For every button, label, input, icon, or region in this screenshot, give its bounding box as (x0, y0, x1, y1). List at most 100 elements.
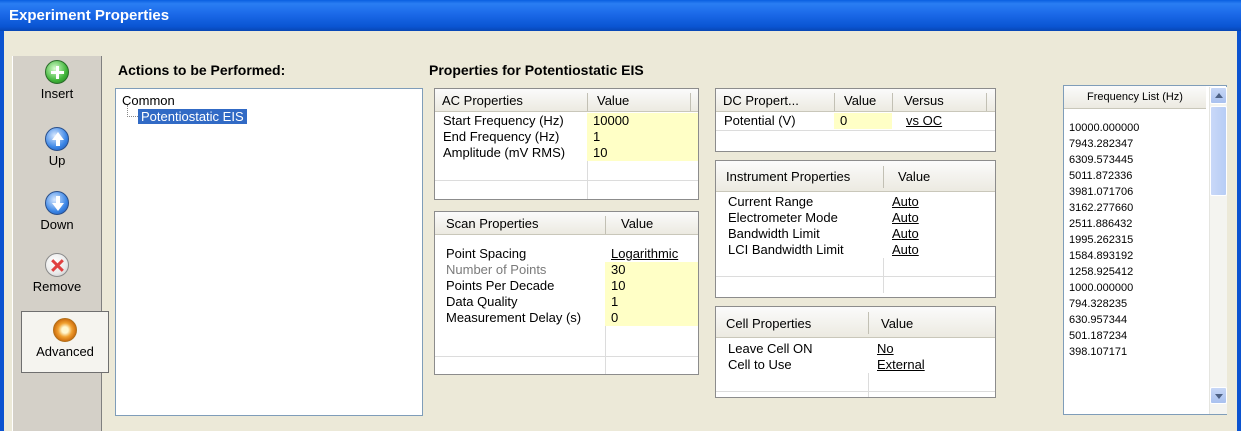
scan-grid-header: Scan Properties Value (435, 212, 698, 235)
ac-row-value[interactable]: 10000 (587, 113, 698, 129)
frequency-item[interactable]: 1000.000000 (1069, 282, 1133, 294)
insert-label: Insert (40, 86, 74, 101)
scan-row-name: Measurement Delay (s) (446, 310, 582, 325)
instrument-row-value[interactable]: Auto (892, 226, 919, 242)
ac-row-name: Start Frequency (Hz) (443, 113, 564, 128)
instrument-row[interactable]: Electrometer Mode Auto (716, 210, 995, 226)
cell-col-properties: Cell Properties (726, 316, 812, 331)
ac-row-value[interactable]: 10 (587, 145, 698, 161)
frequency-item[interactable]: 7943.282347 (1069, 138, 1133, 150)
cell-col-value: Value (881, 316, 914, 331)
instrument-row-name: Electrometer Mode (728, 210, 838, 225)
ac-row-name: Amplitude (mV RMS) (443, 145, 566, 160)
instrument-row-name: Bandwidth Limit (728, 226, 820, 241)
scan-row[interactable]: Number of Points 30 (435, 262, 698, 278)
actions-heading: Actions to be Performed: (118, 62, 286, 78)
arrow-up-icon (45, 127, 69, 151)
tree-connector (127, 105, 138, 117)
actions-tree: Common Potentiostatic EIS (115, 88, 423, 416)
chevron-down-icon (1215, 394, 1223, 399)
remove-button[interactable]: Remove (13, 253, 101, 294)
scan-row[interactable]: Point Spacing Logarithmic (435, 246, 698, 262)
frequency-item[interactable]: 1995.262315 (1069, 234, 1133, 246)
down-button[interactable]: Down (13, 191, 101, 232)
scan-row-value[interactable]: 0 (605, 310, 698, 326)
scroll-up-button[interactable] (1210, 87, 1227, 104)
ac-row-name: End Frequency (Hz) (443, 129, 560, 144)
scan-row[interactable]: Data Quality 1 (435, 294, 698, 310)
ac-row[interactable]: Amplitude (mV RMS) 10 (435, 145, 698, 161)
scan-col-value: Value (621, 216, 654, 231)
remove-label: Remove (32, 279, 82, 294)
scroll-down-button[interactable] (1210, 387, 1227, 404)
instrument-row[interactable]: Bandwidth Limit Auto (716, 226, 995, 242)
frequency-item[interactable]: 5011.872336 (1069, 170, 1132, 182)
ac-properties-grid: AC Properties Value Start Frequency (Hz)… (434, 88, 699, 200)
ac-row[interactable]: Start Frequency (Hz) 10000 (435, 113, 698, 129)
scroll-thumb[interactable] (1210, 106, 1227, 196)
dc-row-name: Potential (V) (724, 113, 796, 128)
ac-row[interactable]: End Frequency (Hz) 1 (435, 129, 698, 145)
scan-row-value[interactable]: 10 (605, 278, 698, 294)
chevron-up-icon (1215, 93, 1223, 98)
up-button[interactable]: Up (13, 127, 101, 168)
scan-row-name: Data Quality (446, 294, 518, 309)
scan-row-value[interactable]: 30 (605, 262, 698, 278)
cell-row[interactable]: Leave Cell ON No (716, 341, 995, 357)
scan-row-name: Point Spacing (446, 246, 527, 261)
dc-grid-header: DC Propert... Value Versus (716, 89, 995, 112)
frequency-item[interactable]: 6309.573445 (1069, 154, 1133, 166)
dc-row-versus[interactable]: vs OC (906, 113, 942, 129)
tree-item-common[interactable]: Common (122, 93, 422, 108)
down-label: Down (40, 217, 74, 232)
scan-row[interactable]: Points Per Decade 10 (435, 278, 698, 294)
frequency-item[interactable]: 3162.277660 (1069, 202, 1133, 214)
frequency-item[interactable]: 1584.893192 (1069, 250, 1133, 262)
cell-properties-grid: Cell Properties Value Leave Cell ON No C… (715, 306, 996, 398)
instrument-row-value[interactable]: Auto (892, 210, 919, 226)
cell-grid-header: Cell Properties Value (716, 307, 995, 338)
scan-col-properties: Scan Properties (446, 216, 539, 231)
advanced-button[interactable]: Advanced (21, 311, 109, 373)
dc-row[interactable]: Potential (V) 0 vs OC (716, 113, 995, 129)
frequency-item[interactable]: 10000.000000 (1069, 122, 1139, 134)
instrument-row-name: LCI Bandwidth Limit (728, 242, 844, 257)
frequency-item[interactable]: 398.107171 (1069, 346, 1127, 358)
instrument-grid-header: Instrument Properties Value (716, 161, 995, 192)
arrow-down-icon (45, 191, 69, 215)
ac-grid-header: AC Properties Value (435, 89, 698, 112)
up-label: Up (48, 153, 66, 168)
properties-heading: Properties for Potentiostatic EIS (429, 62, 644, 78)
ac-col-properties: AC Properties (442, 93, 523, 108)
cell-row-name: Leave Cell ON (728, 341, 813, 356)
frequency-item[interactable]: 2511.886432 (1069, 218, 1132, 230)
instrument-row[interactable]: LCI Bandwidth Limit Auto (716, 242, 995, 258)
remove-x-icon (45, 253, 69, 277)
dc-col-value: Value (844, 93, 877, 108)
frequency-item[interactable]: 3981.071706 (1069, 186, 1133, 198)
cell-row-value[interactable]: External (877, 357, 925, 373)
scan-row[interactable]: Measurement Delay (s) 0 (435, 310, 698, 326)
frequency-list[interactable]: Frequency List (Hz) 10000.000000 7943.28… (1063, 85, 1227, 415)
instrument-row-value[interactable]: Auto (892, 194, 919, 210)
scan-row-value[interactable]: Logarithmic (611, 246, 678, 262)
dc-properties-grid: DC Propert... Value Versus Potential (V)… (715, 88, 996, 152)
frequency-item[interactable]: 630.957344 (1069, 314, 1127, 326)
frequency-item[interactable]: 1258.925412 (1069, 266, 1133, 278)
cell-row[interactable]: Cell to Use External (716, 357, 995, 373)
tree-item-potentiostatic-eis[interactable]: Potentiostatic EIS (138, 109, 247, 124)
gear-icon (53, 318, 77, 342)
frequency-item[interactable]: 794.328235 (1069, 298, 1127, 310)
instrument-row[interactable]: Current Range Auto (716, 194, 995, 210)
instrument-row-value[interactable]: Auto (892, 242, 919, 258)
ac-row-value[interactable]: 1 (587, 129, 698, 145)
frequency-item[interactable]: 501.187234 (1069, 330, 1127, 342)
frequency-scrollbar[interactable] (1209, 87, 1227, 414)
scan-row-value[interactable]: 1 (605, 294, 698, 310)
instrument-row-name: Current Range (728, 194, 814, 209)
dc-col-properties: DC Propert... (723, 93, 799, 108)
cell-row-value[interactable]: No (877, 341, 894, 357)
insert-button[interactable]: Insert (13, 60, 101, 101)
ac-col-value: Value (597, 93, 630, 108)
dc-row-value[interactable]: 0 (834, 113, 892, 129)
